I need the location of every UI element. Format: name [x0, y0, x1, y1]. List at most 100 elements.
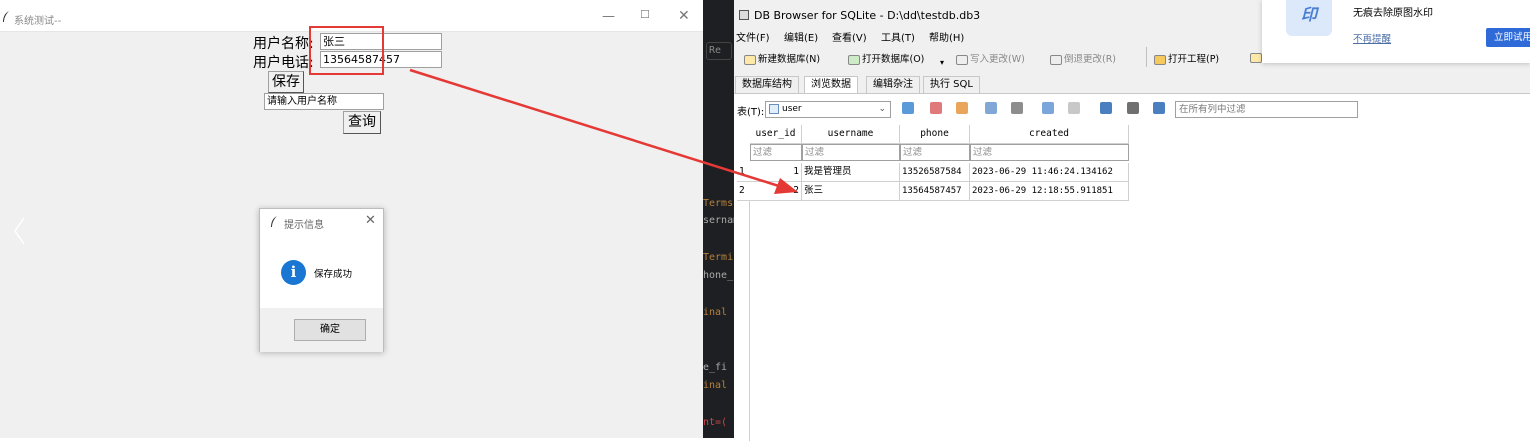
filter-username-input[interactable]: 过滤 [802, 144, 900, 161]
terminal-line: Terms [703, 198, 734, 209]
save-button[interactable]: 保存 [268, 71, 304, 93]
table-select-value: user [782, 104, 802, 114]
open-project-icon [1154, 54, 1166, 65]
new-database-icon [744, 54, 756, 65]
terminal-line: inal [703, 380, 728, 391]
write-changes-icon [956, 54, 968, 65]
open-database-button[interactable]: 打开数据库(O) [848, 51, 924, 65]
menu-edit[interactable]: 编辑(E) [784, 29, 818, 44]
chevron-down-icon: ⌄ [878, 104, 886, 114]
print-icon[interactable] [1011, 102, 1023, 114]
filter-user-id-input[interactable]: 过滤 [750, 144, 802, 161]
cell-user-id[interactable]: 1 [750, 163, 802, 182]
tab-execute-sql[interactable]: 执行 SQL [923, 76, 980, 93]
close-icon[interactable]: ✕ [678, 8, 690, 24]
menu-file[interactable]: 文件(F) [736, 29, 770, 44]
tab-database-structure[interactable]: 数据库结构 [735, 76, 799, 93]
write-changes-label: 写入更改(W) [970, 54, 1025, 65]
terminal-panel: Re Terms sernam Termi hone_ inal e_fi in… [703, 0, 734, 438]
notification-message: 无痕去除原图水印 [1353, 8, 1433, 19]
print-preview-icon[interactable] [985, 102, 997, 114]
revert-changes-label: 倒退更改(R) [1064, 54, 1117, 65]
new-database-button[interactable]: 新建数据库(N) [744, 51, 820, 65]
insert-record-icon[interactable] [1042, 102, 1054, 114]
row-number: 2 [737, 182, 750, 201]
chevron-left-icon[interactable] [12, 216, 26, 246]
annotation-highlight-box [309, 26, 384, 75]
tk-window-title: 系统测试-- [14, 16, 62, 27]
column-header-created[interactable]: created [970, 125, 1129, 144]
maximize-icon[interactable]: ☐ [640, 8, 650, 21]
open-project-label: 打开工程(P) [1168, 54, 1220, 65]
revert-changes-button[interactable]: 倒退更改(R) [1050, 51, 1116, 65]
column-header-username[interactable]: username [802, 125, 900, 144]
tab-browse-data[interactable]: 浏览数据 [804, 76, 858, 93]
message-dialog: 提示信息 ✕ i 保存成功 确定 [259, 208, 384, 352]
cell-phone[interactable]: 13526587584 [900, 163, 970, 182]
delete-record-icon[interactable] [1068, 102, 1080, 114]
dialog-message: 保存成功 [314, 269, 353, 280]
watermark-notification: 印 无痕去除原图水印 不再提醒 立即试用 [1262, 0, 1530, 63]
open-database-icon [848, 54, 860, 65]
table-label: 表(T): [737, 107, 765, 118]
save-filter-icon[interactable] [956, 102, 968, 114]
try-now-button[interactable]: 立即试用 [1486, 28, 1530, 47]
db-window-title: DB Browser for SQLite - D:\dd\testdb.db3 [754, 9, 981, 22]
table-select[interactable]: user ⌄ [765, 101, 891, 118]
new-database-label: 新建数据库(N) [758, 54, 821, 65]
filter-all-columns-input[interactable]: 在所有列中过滤 [1175, 101, 1358, 118]
project-icon[interactable] [1250, 53, 1262, 63]
cell-created[interactable]: 2023-06-29 11:46:24.134162 [970, 163, 1129, 182]
db-browser-window: DB Browser for SQLite - D:\dd\testdb.db3… [734, 0, 1530, 441]
filter-created-input[interactable]: 过滤 [970, 144, 1129, 161]
terminal-line: hone_ [703, 270, 734, 281]
dialog-close-icon[interactable]: ✕ [365, 213, 376, 228]
terminal-line: Termi [703, 252, 734, 263]
open-project-button[interactable]: 打开工程(P) [1154, 51, 1219, 65]
clear-filters-icon[interactable] [930, 102, 942, 114]
table-icon [769, 104, 779, 114]
terminal-line: e_fi [703, 362, 728, 373]
label-user-phone: 用户电话: [253, 55, 314, 71]
watermark-app-logo: 印 [1286, 0, 1332, 36]
row-number: 1 [737, 163, 750, 182]
cell-phone[interactable]: 13564587457 [900, 182, 970, 201]
column-header-phone[interactable]: phone [900, 125, 970, 144]
row-header-divider [749, 201, 750, 441]
dont-remind-link[interactable]: 不再提醒 [1353, 31, 1391, 45]
toolbar-separator [1146, 47, 1147, 67]
cell-user-id[interactable]: 2 [750, 182, 802, 201]
column-header-user-id[interactable]: user_id [750, 125, 802, 144]
terminal-line: inal [703, 307, 728, 318]
terminal-line: sernam [703, 215, 734, 226]
filter-phone-input[interactable]: 过滤 [900, 144, 970, 161]
feather-icon [3, 11, 9, 22]
menu-tools[interactable]: 工具(T) [881, 29, 915, 44]
find-replace-icon[interactable] [1127, 102, 1139, 114]
search-input[interactable]: 请输入用户名称 [264, 93, 384, 110]
minimize-icon[interactable]: — [602, 9, 615, 24]
refresh-icon[interactable] [902, 102, 914, 114]
tk-app-window: 系统测试-- — ☐ ✕ 用户名称: 用户电话: 张三 13564587457 … [0, 0, 703, 438]
menu-view[interactable]: 查看(V) [832, 29, 867, 44]
find-icon[interactable] [1100, 102, 1112, 114]
cell-username[interactable]: 张三 [802, 182, 900, 201]
write-changes-button[interactable]: 写入更改(W) [956, 51, 1025, 65]
query-button[interactable]: 查询 [343, 111, 381, 134]
label-user-name: 用户名称: [253, 36, 314, 52]
cell-username[interactable]: 我是管理员 [802, 163, 900, 182]
tab-edit-pragmas[interactable]: 编辑杂注 [866, 76, 920, 93]
ok-button[interactable]: 确定 [294, 319, 366, 341]
menu-help[interactable]: 帮助(H) [929, 29, 964, 44]
cell-created[interactable]: 2023-06-29 12:18:55.911851 [970, 182, 1129, 201]
dialog-title: 提示信息 [284, 220, 324, 231]
dropdown-arrow-icon[interactable]: ▾ [940, 58, 944, 67]
database-icon [739, 10, 749, 20]
format-icon[interactable] [1153, 102, 1165, 114]
revert-changes-icon [1050, 54, 1062, 65]
terminal-line: nt=( [703, 417, 728, 428]
info-icon: i [281, 260, 306, 285]
terminal-line: Re [709, 45, 722, 56]
feather-icon [271, 216, 277, 227]
open-database-label: 打开数据库(O) [862, 54, 925, 65]
